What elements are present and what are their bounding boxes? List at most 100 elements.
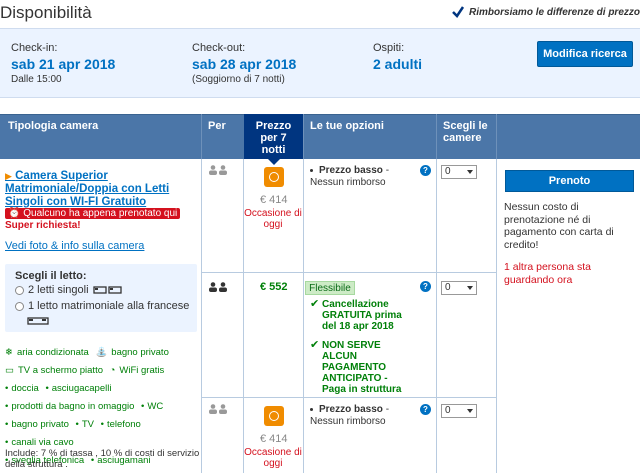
- deal-label: Occasione di oggi: [244, 208, 302, 230]
- facility-item: ⛲ bagno privato: [95, 344, 168, 362]
- room-name-text[interactable]: Camera Superior Matrimoniale/Doppia con …: [5, 170, 169, 208]
- rooms-select-value: 0: [445, 166, 451, 177]
- help-icon[interactable]: ?: [420, 281, 431, 292]
- checkin-block: Check-in: sab 21 apr 2018 Dalle 15:00: [11, 42, 115, 85]
- book-button[interactable]: Prenoto: [505, 170, 634, 192]
- facility-item: ▭ TV a schermo piatto: [5, 362, 103, 380]
- facility-item: • telefono: [100, 419, 141, 430]
- bed-choice-title: Scegli il letto:: [15, 270, 87, 282]
- facility-item: • WC: [141, 401, 164, 412]
- bed-twin-label: 2 letti singoli: [28, 284, 89, 296]
- bed-option-twin[interactable]: 2 letti singoli: [15, 284, 123, 296]
- th-price: Prezzo per 7 notti: [244, 114, 303, 165]
- no-prepayment: ✔ NON SERVE ALCUN PAGAMENTO ANTICIPATO -…: [310, 339, 402, 396]
- option-title: Prezzo basso: [319, 404, 383, 415]
- room-photos-link[interactable]: Vedi foto & info sulla camera: [5, 240, 144, 252]
- guests-block: Ospiti: 2 adulti: [373, 42, 422, 72]
- arrow-right-icon: ▶: [5, 171, 12, 181]
- grid-line: [201, 159, 202, 473]
- th-choose: Scegli le camere: [443, 120, 488, 144]
- facility-item: ❄ aria condizionata: [5, 344, 89, 362]
- rooms-select[interactable]: 0: [441, 165, 477, 179]
- price-value: € 414: [260, 433, 288, 445]
- th-room-type: Tipologia camera: [8, 120, 99, 132]
- header-divider: [303, 114, 304, 159]
- urgency-badge-text: Qualcuno ha appena prenotato qui: [23, 208, 178, 219]
- deal-icon: [264, 167, 284, 187]
- facility-item: • doccia: [5, 383, 39, 394]
- no-fees-note: Nessun costo di prenotazione né di pagam…: [504, 201, 614, 251]
- facility-item: • prodotti da bagno in omaggio: [5, 401, 135, 412]
- chevron-down-icon: [467, 170, 473, 174]
- price-value: € 414: [260, 194, 288, 206]
- bed-double-radio[interactable]: [15, 301, 24, 311]
- page-title: Disponibilità: [0, 3, 92, 22]
- grid-line: [496, 159, 497, 473]
- room-name-link[interactable]: ▶ Camera Superior Matrimoniale/Doppia co…: [5, 170, 195, 209]
- bed-double-label: 1 letto matrimoniale alla francese: [28, 300, 190, 312]
- checkout-date[interactable]: sab 28 apr 2018: [192, 56, 296, 72]
- th-price-line1: Prezzo: [255, 120, 292, 132]
- shower-icon: ⛲: [95, 347, 108, 358]
- urgency-badge: ⏰ Qualcuno ha appena prenotato qui: [5, 208, 181, 219]
- checkin-time: Dalle 15:00: [11, 74, 62, 85]
- two-guests-icon: [209, 282, 227, 292]
- help-icon[interactable]: ?: [420, 165, 431, 176]
- help-icon[interactable]: ?: [420, 404, 431, 415]
- facility-item: • bagno privato: [5, 419, 69, 430]
- checkout-block: Check-out: sab 28 apr 2018 (Soggiorno di…: [192, 42, 296, 85]
- grid-line: [243, 159, 244, 473]
- two-guests-icon: [209, 165, 227, 175]
- two-guests-icon: [209, 404, 227, 414]
- twin-beds-icon: [92, 286, 122, 294]
- snowflake-icon: ❄: [5, 347, 13, 358]
- th-price-line3: notti: [261, 144, 286, 156]
- grid-line: [303, 159, 304, 473]
- stay-length: (Soggiorno di 7 notti): [192, 74, 285, 85]
- price-value: € 552: [260, 281, 288, 293]
- facility-item: • TV: [75, 419, 95, 430]
- rooms-select[interactable]: 0: [441, 404, 477, 418]
- th-per: Per: [208, 120, 226, 132]
- rooms-select-value: 0: [445, 405, 451, 416]
- flexible-badge: Flessibile: [305, 281, 355, 295]
- price-refund-note: Rimborsiamo le differenze di prezzo: [451, 5, 640, 19]
- deal-label: Occasione di oggi: [244, 447, 302, 469]
- row-divider: [201, 397, 496, 398]
- price-includes-note: Include: 7 % di tassa , 10 % di costi di…: [5, 448, 200, 470]
- checkin-label: Check-in:: [11, 42, 58, 54]
- tv-icon: ▭: [5, 365, 14, 376]
- search-summary: Check-in: sab 21 apr 2018 Dalle 15:00 Ch…: [0, 28, 640, 98]
- header-divider: [496, 114, 497, 159]
- chevron-down-icon: [467, 286, 473, 290]
- urgency-text: Super richiesta!: [5, 220, 81, 231]
- deal-icon: [264, 406, 284, 426]
- guests-value[interactable]: 2 adulti: [373, 56, 422, 72]
- double-bed-icon: [27, 317, 49, 325]
- check-badge-icon: [452, 6, 465, 18]
- free-cancellation: ✔ Cancellazione GRATUITA prima del 18 ap…: [310, 298, 402, 333]
- viewers-note: 1 altra persona sta guardando ora: [504, 261, 591, 286]
- refund-note-text: Rimborsiamo le differenze di prezzo: [469, 6, 640, 18]
- option-title: Prezzo basso: [319, 165, 383, 176]
- checkin-date[interactable]: sab 21 apr 2018: [11, 56, 115, 72]
- bed-option-double[interactable]: 1 letto matrimoniale alla francese: [15, 300, 189, 312]
- row-divider: [201, 272, 496, 273]
- grid-line: [436, 159, 437, 473]
- facility-item: ◔ WiFi gratis: [110, 362, 165, 380]
- th-choose-line1: Scegli le: [443, 120, 488, 132]
- th-options: Le tue opzioni: [310, 120, 384, 132]
- check-icon: ✔: [310, 339, 320, 351]
- rooms-select[interactable]: 0: [441, 281, 477, 295]
- option-low-price: Prezzo basso - Nessun rimborso: [310, 404, 418, 428]
- header-divider: [436, 114, 437, 159]
- check-icon: ✔: [310, 298, 320, 310]
- checkout-label: Check-out:: [192, 42, 246, 54]
- bed-twin-radio[interactable]: [15, 285, 24, 295]
- chevron-down-icon: [467, 409, 473, 413]
- th-price-line2: per 7: [260, 132, 287, 144]
- wifi-icon: ◔: [109, 365, 116, 376]
- modify-search-button[interactable]: Modifica ricerca: [537, 41, 633, 67]
- option-low-price: Prezzo basso - Nessun rimborso: [310, 165, 418, 189]
- header-divider: [201, 114, 202, 159]
